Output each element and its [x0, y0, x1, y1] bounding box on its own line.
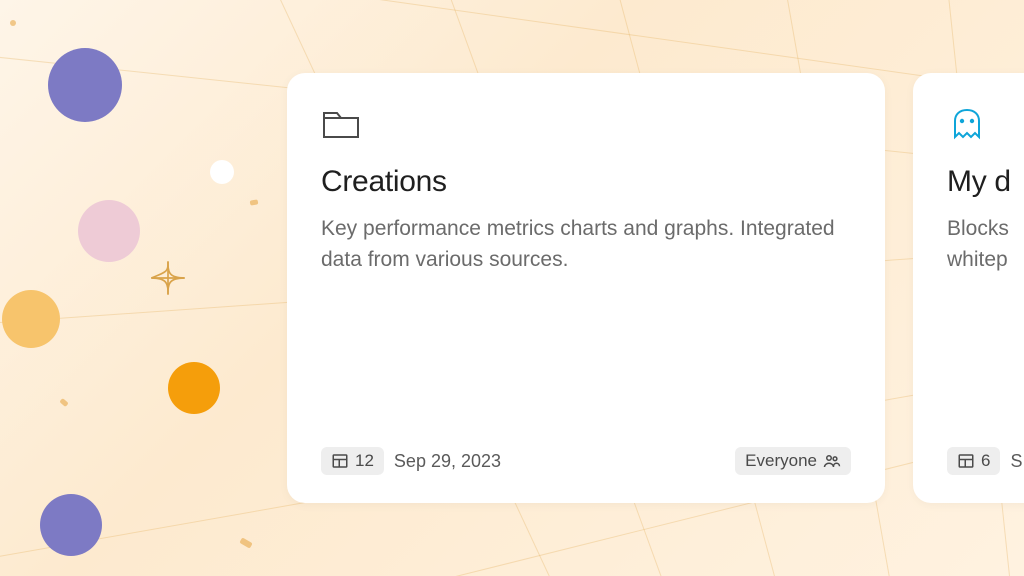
- decor-circle: [40, 494, 102, 556]
- layout-icon: [957, 452, 975, 470]
- count-value: 6: [981, 451, 990, 471]
- decor-circle: [168, 362, 220, 414]
- decor-circle: [210, 160, 234, 184]
- card-date: S: [1010, 451, 1022, 472]
- decor-circle: [78, 200, 140, 262]
- card-title: My d: [947, 165, 1024, 199]
- layout-icon: [331, 452, 349, 470]
- card-description: Blocks whitep: [947, 213, 1024, 275]
- count-pill: 6: [947, 447, 1000, 475]
- decor-circle: [48, 48, 122, 122]
- card-footer: 12 Sep 29, 2023 Everyone: [321, 447, 851, 475]
- card-footer: 6 S: [947, 447, 1024, 475]
- access-pill: Everyone: [735, 447, 851, 475]
- sparkle-icon: [148, 258, 188, 298]
- access-label: Everyone: [745, 451, 817, 471]
- folder-icon: [321, 107, 361, 141]
- card-date: Sep 29, 2023: [394, 451, 501, 472]
- cards-row: Creations Key performance metrics charts…: [287, 73, 1024, 503]
- ghost-icon: [947, 107, 987, 141]
- decor-circle: [2, 290, 60, 348]
- card-title: Creations: [321, 165, 851, 199]
- card-description: Key performance metrics charts and graph…: [321, 213, 851, 275]
- count-pill: 12: [321, 447, 384, 475]
- count-value: 12: [355, 451, 374, 471]
- card-my-d[interactable]: My d Blocks whitep 6 S: [913, 73, 1024, 503]
- people-icon: [823, 452, 841, 470]
- card-creations[interactable]: Creations Key performance metrics charts…: [287, 73, 885, 503]
